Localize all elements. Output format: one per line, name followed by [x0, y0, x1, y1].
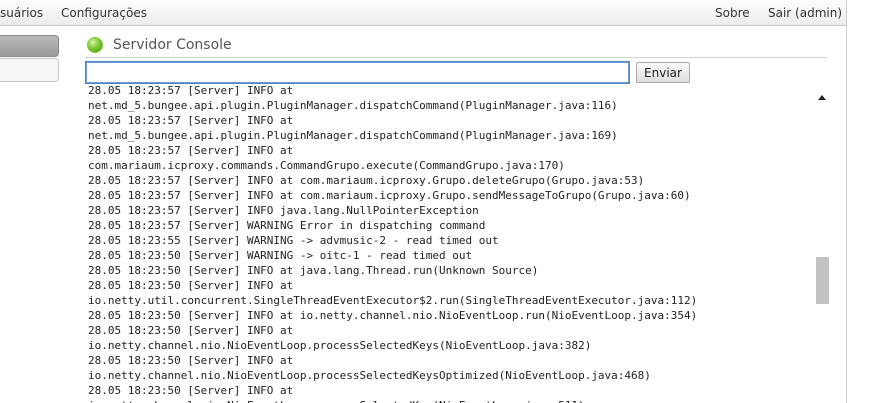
- log-line: io.netty.channel.nio.NioEventLoop.proces…: [88, 369, 651, 382]
- log-line: 28.05 18:23:50 [Server] INFO at: [88, 354, 294, 367]
- window-edge: [846, 0, 869, 403]
- log-line: net.md_5.bungee.api.plugin.PluginManager…: [88, 99, 618, 112]
- log-line: 28.05 18:23:57 [Server] WARNING Error in…: [88, 219, 486, 232]
- log-line: 28.05 18:23:50 [Server] INFO at: [88, 279, 294, 292]
- nav-usuarios[interactable]: suários: [0, 6, 43, 20]
- sidebar-item[interactable]: [0, 58, 59, 82]
- nav-sair[interactable]: Sair (admin): [768, 6, 842, 20]
- server-status-icon: [87, 37, 103, 53]
- scroll-thumb[interactable]: [816, 257, 829, 304]
- page-title: Servidor Console: [113, 37, 232, 53]
- nav-configuracoes[interactable]: Configurações: [61, 6, 147, 20]
- log-line: 28.05 18:23:50 [Server] WARNING -> oitc-…: [88, 249, 473, 262]
- command-input[interactable]: [85, 61, 630, 84]
- log-line: 28.05 18:23:50 [Server] INFO at: [88, 324, 294, 337]
- log-line: 28.05 18:23:57 [Server] INFO java.lang.N…: [88, 204, 479, 217]
- log-line: io.netty.channel.nio.NioEventLoop.proces…: [88, 398, 697, 403]
- log-line: 28.05 18:23:57 [Server] INFO at: [88, 114, 294, 127]
- top-nav-bar: suários Configurações Sobre Sair (admin): [0, 0, 846, 26]
- log-line: com.mariaum.icproxy.commands.CommandGrup…: [88, 159, 565, 172]
- log-line: 28.05 18:23:57 [Server] INFO at: [88, 86, 294, 97]
- log-line: 28.05 18:23:50 [Server] INFO at io.netty…: [88, 309, 698, 322]
- log-line: io.netty.util.concurrent.SingleThreadEve…: [88, 294, 698, 307]
- log-line: 28.05 18:23:55 [Server] WARNING -> advmu…: [88, 234, 499, 247]
- log-line: 28.05 18:23:57 [Server] INFO at com.mari…: [88, 174, 645, 187]
- sidebar-item-active[interactable]: [0, 35, 59, 57]
- log-line: 28.05 18:23:50 [Server] INFO at java.lan…: [88, 264, 539, 277]
- console-scrollbar[interactable]: [814, 90, 830, 403]
- console-log: 28.05 18:23:57 [Server] INFO at net.md_5.…: [86, 86, 814, 403]
- scroll-up-arrow-icon[interactable]: [818, 95, 826, 100]
- send-button[interactable]: Enviar: [636, 62, 690, 83]
- log-line: 28.05 18:23:50 [Server] INFO at: [88, 384, 294, 397]
- log-line: 28.05 18:23:57 [Server] INFO at com.mari…: [88, 189, 691, 202]
- log-line: net.md_5.bungee.api.plugin.PluginManager…: [88, 129, 618, 142]
- nav-sobre[interactable]: Sobre: [715, 6, 750, 20]
- title-divider: [85, 57, 827, 58]
- log-line: 28.05 18:23:57 [Server] INFO at: [88, 144, 294, 157]
- console-log-lines: 28.05 18:23:57 [Server] INFO at net.md_5.…: [88, 86, 697, 403]
- log-line: io.netty.channel.nio.NioEventLoop.proces…: [88, 339, 592, 352]
